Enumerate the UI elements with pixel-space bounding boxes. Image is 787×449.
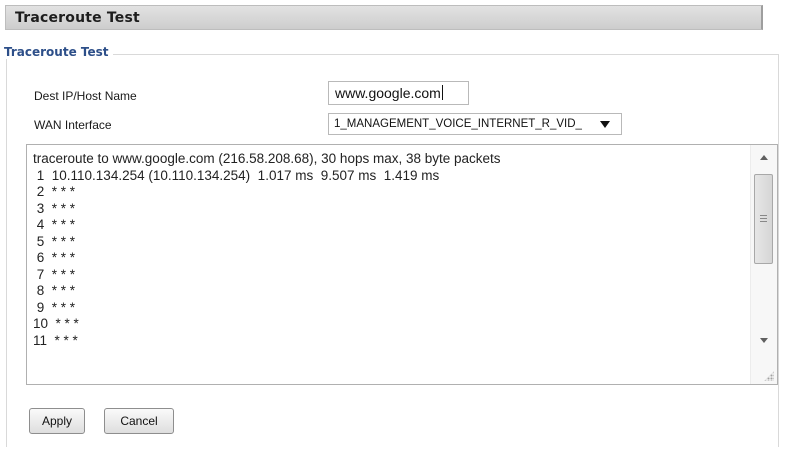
- grip-line: [760, 221, 767, 222]
- text-caret: [441, 85, 443, 100]
- vertical-scrollbar[interactable]: [750, 145, 777, 384]
- dest-host-label: Dest IP/Host Name: [34, 89, 137, 103]
- page-title: Traceroute Test: [15, 10, 140, 26]
- grip-line: [760, 215, 767, 216]
- page-header-bar: Traceroute Test: [5, 5, 763, 30]
- dest-host-input[interactable]: www.google.com: [328, 81, 469, 105]
- traceroute-output-textarea[interactable]: traceroute to www.google.com (216.58.208…: [26, 144, 778, 385]
- chevron-down-icon[interactable]: [600, 121, 610, 128]
- wan-interface-select[interactable]: 1_MANAGEMENT_VOICE_INTERNET_R_VID_: [328, 113, 622, 135]
- traceroute-output-text: traceroute to www.google.com (216.58.208…: [33, 151, 501, 348]
- dest-host-value: www.google.com: [335, 85, 441, 101]
- apply-button[interactable]: Apply: [29, 408, 85, 434]
- grip-line: [760, 218, 767, 219]
- arrow-down-icon[interactable]: [760, 338, 768, 343]
- arrow-up-icon[interactable]: [760, 155, 768, 160]
- wan-interface-label: WAN Interface: [34, 118, 112, 132]
- cancel-button[interactable]: Cancel: [104, 408, 174, 434]
- wan-interface-selected-value: 1_MANAGEMENT_VOICE_INTERNET_R_VID_: [334, 118, 582, 130]
- section-legend: Traceroute Test: [4, 45, 113, 59]
- scroll-thumb[interactable]: [754, 174, 773, 264]
